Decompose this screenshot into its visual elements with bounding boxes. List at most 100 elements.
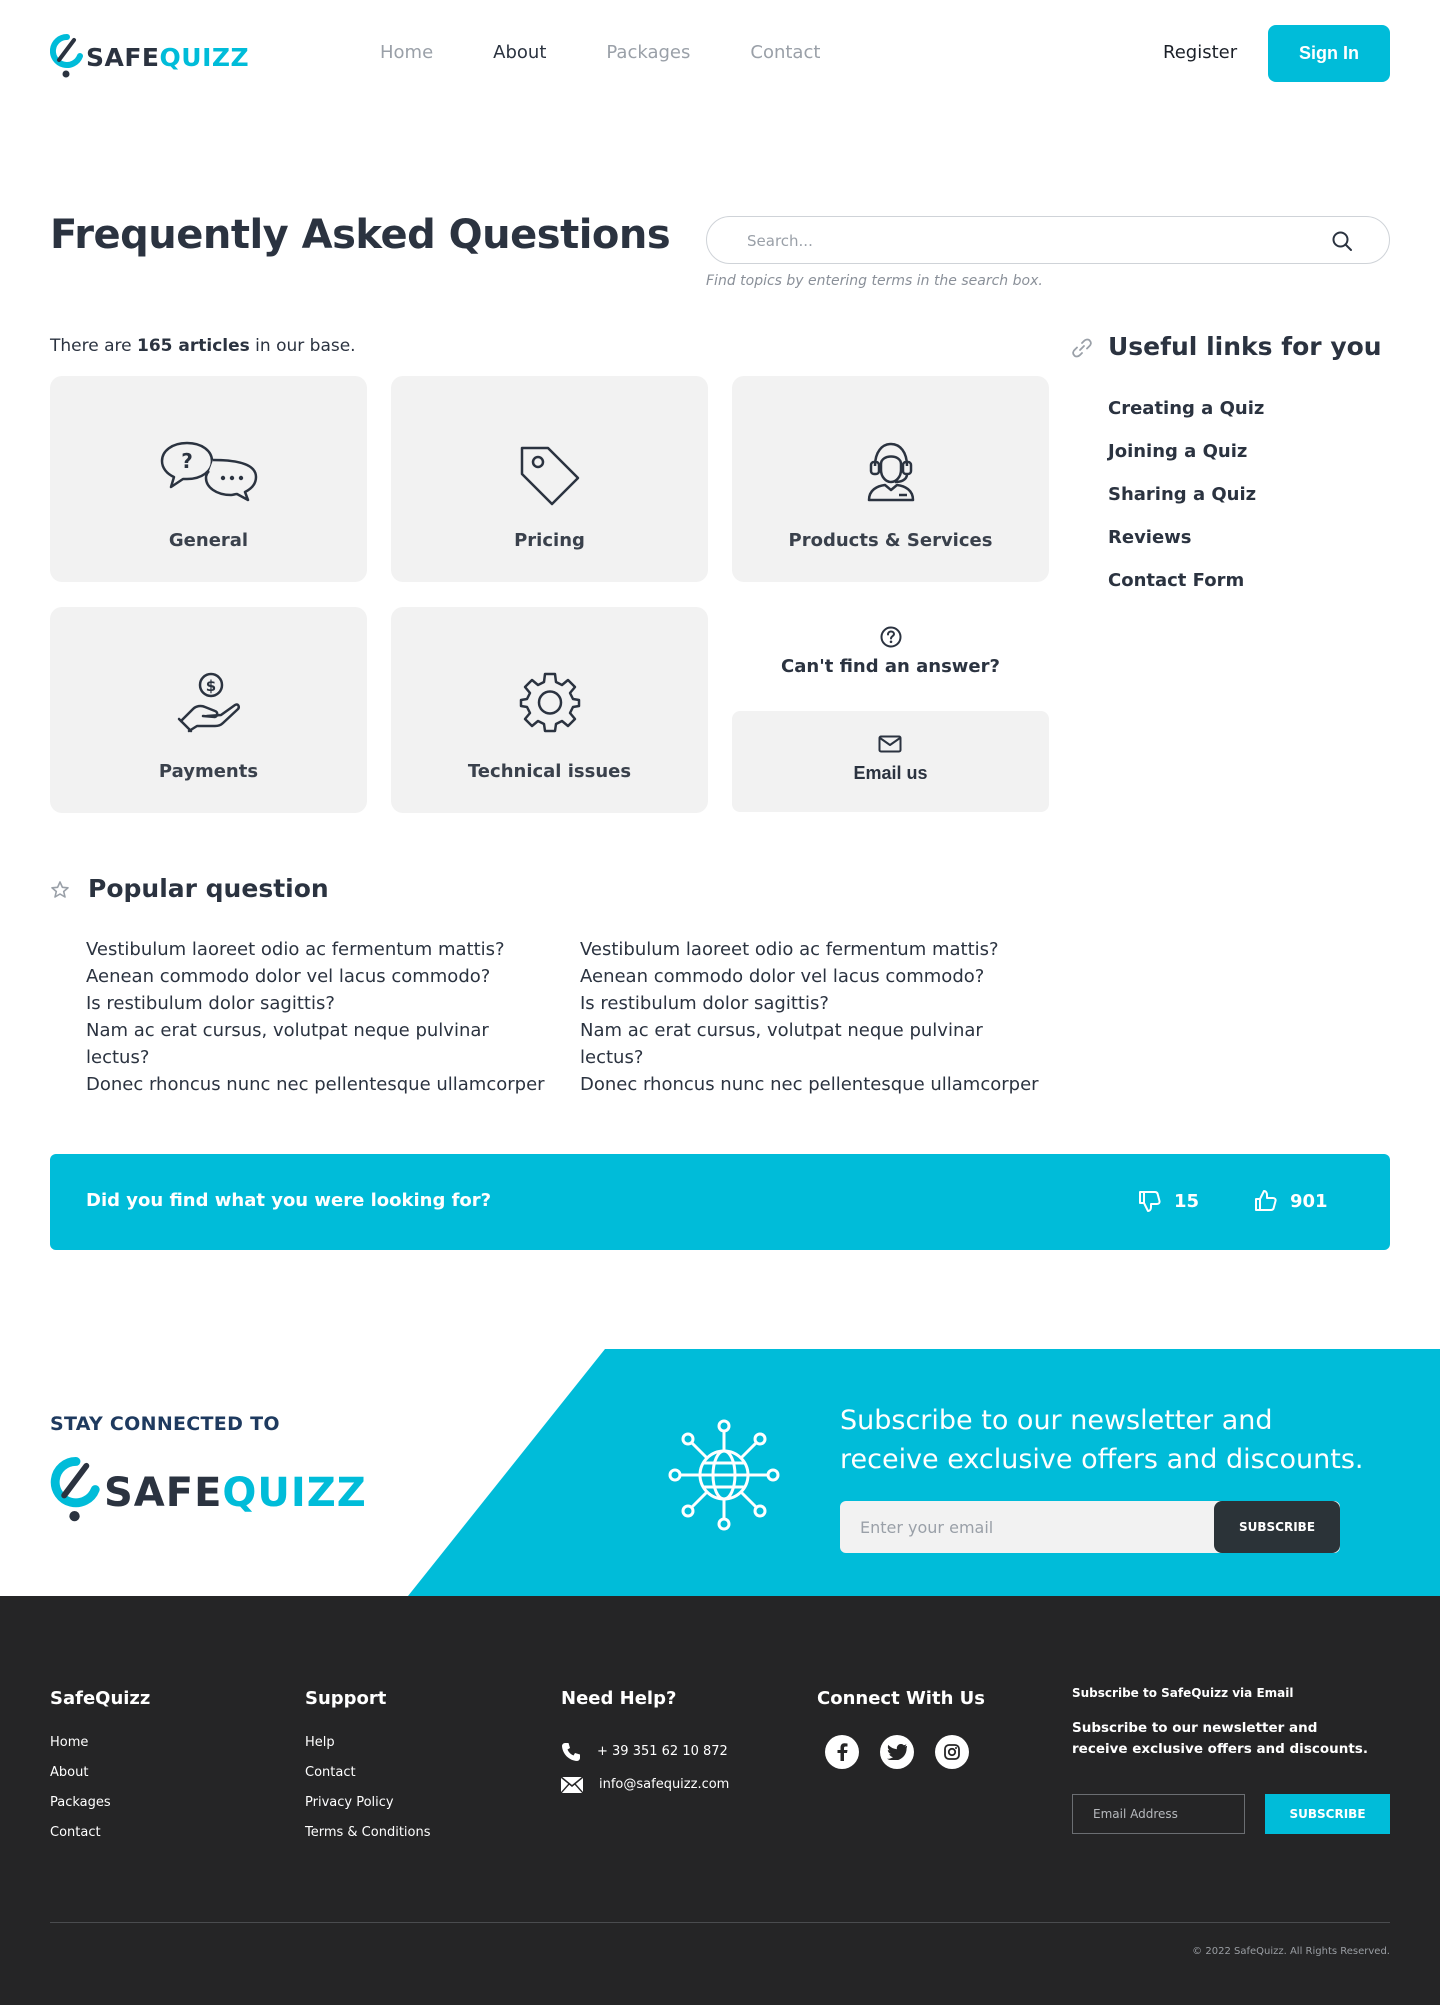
logo-text: SAFEQUIZZ <box>86 42 250 72</box>
useful-links-list: Creating a Quiz Joining a Quiz Sharing a… <box>1108 398 1264 613</box>
search-box <box>706 216 1390 264</box>
footer-col-connect: Connect With Us <box>817 1688 990 1769</box>
category-label: Technical issues <box>467 761 632 782</box>
footer-email-input[interactable] <box>1072 1794 1245 1834</box>
site-header: SAFEQUIZZ Home About Packages Contact Re… <box>0 0 1440 110</box>
footer-link[interactable]: Privacy Policy <box>305 1795 431 1825</box>
dislike-count: 15 <box>1174 1190 1200 1212</box>
category-card-payments[interactable]: $ Payments <box>50 607 367 813</box>
newsletter-text: Subscribe to our newsletter and receive … <box>840 1405 1364 1475</box>
useful-link[interactable]: Creating a Quiz <box>1108 398 1264 441</box>
search-input[interactable] <box>747 229 1307 253</box>
question-link[interactable]: Aenean commodo dolor vel lacus commodo? <box>86 963 556 990</box>
footer-divider <box>50 1922 1390 1923</box>
useful-links-title: Useful links for you <box>1108 332 1382 361</box>
stay-connected-label: STAY CONNECTED TO <box>50 1413 280 1435</box>
category-card-pricing[interactable]: Pricing <box>391 376 708 582</box>
footer-link[interactable]: Home <box>50 1735 150 1765</box>
footer-link[interactable]: About <box>50 1765 150 1795</box>
svg-text:$: $ <box>205 677 215 695</box>
useful-link[interactable]: Joining a Quiz <box>1108 441 1264 484</box>
facebook-icon[interactable] <box>825 1735 859 1769</box>
footer-col-title: Connect With Us <box>817 1688 985 1709</box>
search-icon[interactable] <box>1331 230 1353 252</box>
newsletter-email-input[interactable] <box>860 1515 1200 1539</box>
feedback-bar: Did you find what you were looking for? … <box>50 1154 1390 1250</box>
logo-mark-icon <box>49 33 84 80</box>
copyright: © 2022 SafeQuizz. All Rights Reserved. <box>1192 1946 1390 1957</box>
phone-icon <box>562 1742 580 1761</box>
question-circle-icon <box>880 626 901 648</box>
question-link[interactable]: Nam ac erat cursus, volutpat neque pulvi… <box>580 1017 1050 1071</box>
footer-subscribe: Subscribe to SafeQuizz via Email Subscri… <box>1072 1686 1392 1834</box>
nav-contact[interactable]: Contact <box>750 42 820 63</box>
nav-home[interactable]: Home <box>380 42 433 63</box>
email-us-button[interactable]: Email us <box>732 711 1049 812</box>
question-link[interactable]: Nam ac erat cursus, volutpat neque pulvi… <box>86 1017 556 1071</box>
logo[interactable]: SAFEQUIZZ <box>49 33 250 80</box>
svg-text:?: ? <box>181 449 193 473</box>
logo-text: SAFEQUIZZ <box>104 1470 367 1516</box>
cant-find-answer: Can't find an answer? <box>732 626 1049 677</box>
question-link[interactable]: Vestibulum laoreet odio ac fermentum mat… <box>86 936 556 963</box>
email-row[interactable]: info@safequizz.com <box>561 1768 729 1801</box>
question-link[interactable]: Is restibulum dolor sagittis? <box>580 990 1050 1017</box>
twitter-icon[interactable] <box>880 1735 914 1769</box>
star-icon <box>51 881 69 898</box>
link-icon <box>1072 338 1092 358</box>
nav-about[interactable]: About <box>493 42 546 63</box>
useful-link[interactable]: Sharing a Quiz <box>1108 484 1264 527</box>
nav-packages[interactable]: Packages <box>606 42 690 63</box>
logo-mark-icon <box>50 1456 102 1529</box>
footer-col-safequizz: SafeQuizz Home About Packages Contact <box>50 1688 150 1855</box>
hand-coin-icon: $ <box>177 671 241 737</box>
articles-count: 165 articles <box>137 336 250 356</box>
footer-link[interactable]: Terms & Conditions <box>305 1825 431 1855</box>
newsletter-form: SUBSCRIBE <box>840 1501 1340 1553</box>
footer-col-need-help: Need Help? + 39 351 62 10 872 info@safeq… <box>561 1688 729 1801</box>
like-count: 901 <box>1290 1190 1328 1212</box>
popular-questions-left: Vestibulum laoreet odio ac fermentum mat… <box>86 936 556 1098</box>
newsletter-subscribe-button[interactable]: SUBSCRIBE <box>1214 1501 1340 1553</box>
like-button[interactable]: 901 <box>1254 1184 1328 1218</box>
footer-link[interactable]: Packages <box>50 1795 150 1825</box>
category-label: General <box>168 530 249 551</box>
page-title: Frequently Asked Questions <box>50 212 671 258</box>
phone-row[interactable]: + 39 351 62 10 872 <box>561 1735 729 1768</box>
cant-find-text: Can't find an answer? <box>781 656 1000 677</box>
thumbs-down-icon <box>1139 1191 1161 1212</box>
question-link[interactable]: Donec rhoncus nunc nec pellentesque ulla… <box>86 1071 556 1098</box>
footer-link[interactable]: Contact <box>305 1765 431 1795</box>
stay-logo: SAFEQUIZZ <box>50 1456 367 1529</box>
gear-icon <box>519 671 581 737</box>
useful-link[interactable]: Reviews <box>1108 527 1264 570</box>
email-us-label: Email us <box>853 763 928 783</box>
footer-subscribe-button[interactable]: SUBSCRIBE <box>1265 1794 1390 1834</box>
popular-question-title: Popular question <box>88 874 329 903</box>
footer-col-support: Support Help Contact Privacy Policy Term… <box>305 1688 431 1855</box>
register-link[interactable]: Register <box>1163 42 1237 63</box>
feedback-question: Did you find what you were looking for? <box>86 1190 492 1211</box>
site-footer: SafeQuizz Home About Packages Contact Su… <box>0 1596 1440 2005</box>
main-nav: Home About Packages Contact <box>380 42 880 63</box>
question-link[interactable]: Is restibulum dolor sagittis? <box>86 990 556 1017</box>
popular-questions-right: Vestibulum laoreet odio ac fermentum mat… <box>580 936 1050 1098</box>
footer-link[interactable]: Contact <box>50 1825 150 1855</box>
dislike-button[interactable]: 15 <box>1138 1184 1199 1218</box>
phone-number: + 39 351 62 10 872 <box>597 1744 728 1759</box>
question-link[interactable]: Aenean commodo dolor vel lacus commodo? <box>580 963 1050 990</box>
category-card-technical-issues[interactable]: Technical issues <box>391 607 708 813</box>
useful-link[interactable]: Contact Form <box>1108 570 1264 613</box>
chat-bubbles-icon: ? <box>159 440 259 506</box>
category-card-products-services[interactable]: Products & Services <box>732 376 1049 582</box>
stay-connected-section: STAY CONNECTED TO SAFEQUIZZ Subscribe to… <box>0 1349 1440 1596</box>
question-link[interactable]: Donec rhoncus nunc nec pellentesque ulla… <box>580 1071 1050 1098</box>
instagram-icon[interactable] <box>935 1735 969 1769</box>
category-card-general[interactable]: ? General <box>50 376 367 582</box>
globe-network-icon <box>664 1419 784 1535</box>
mail-icon <box>878 735 902 753</box>
footer-link[interactable]: Help <box>305 1735 431 1765</box>
sign-in-button[interactable]: Sign In <box>1268 25 1390 82</box>
price-tag-icon <box>518 444 582 510</box>
question-link[interactable]: Vestibulum laoreet odio ac fermentum mat… <box>580 936 1050 963</box>
